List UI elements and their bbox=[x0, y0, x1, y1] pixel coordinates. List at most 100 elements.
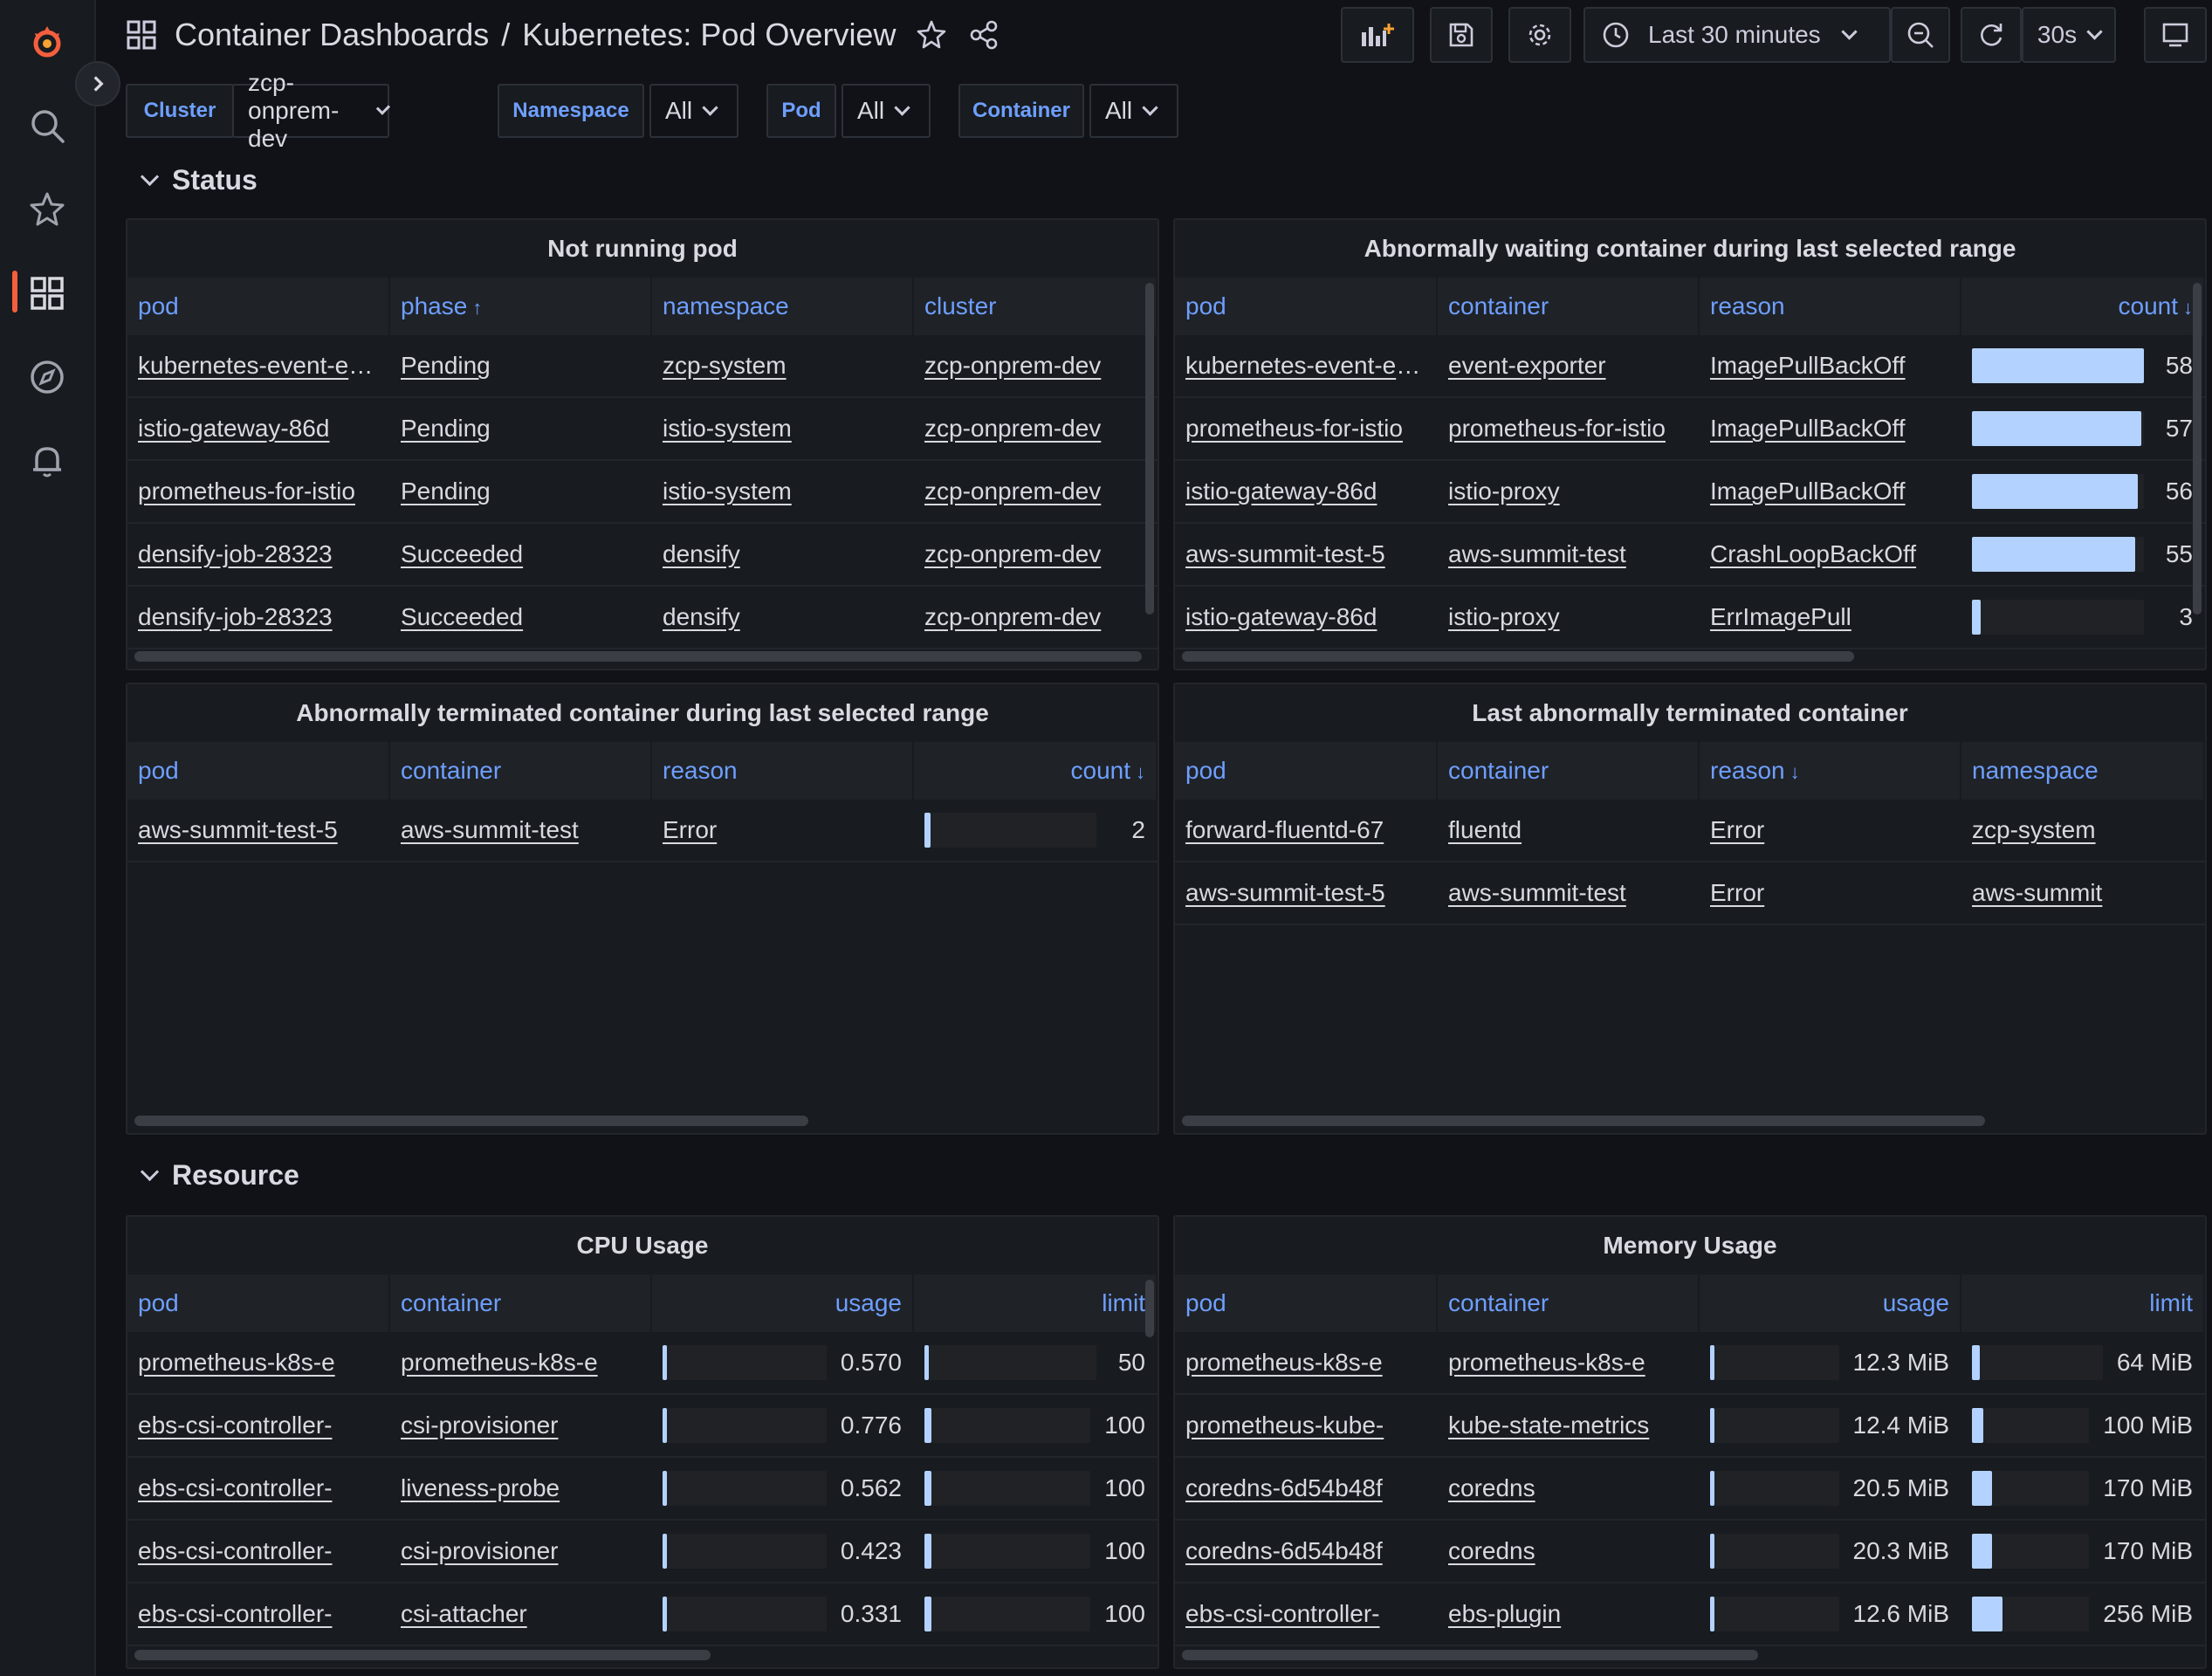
column-header-count[interactable]: count ↓ bbox=[1961, 278, 2205, 335]
column-header-container[interactable]: container bbox=[1437, 742, 1700, 800]
pod-link[interactable]: ebs-csi-controller- bbox=[1185, 1600, 1380, 1627]
container-link[interactable]: csi-provisioner bbox=[401, 1537, 559, 1564]
column-header-pod[interactable]: pod bbox=[1175, 1274, 1438, 1332]
kiosk-mode-button[interactable] bbox=[2144, 7, 2207, 63]
zoom-out-button[interactable] bbox=[1891, 7, 1950, 63]
column-header-count[interactable]: count ↓ bbox=[913, 742, 1158, 800]
reason-link[interactable]: ImagePullBackOff bbox=[1710, 415, 1906, 442]
refresh-interval-picker[interactable]: 30s bbox=[2022, 7, 2116, 63]
share-icon[interactable] bbox=[967, 18, 1000, 52]
pod-link[interactable]: densify-job-28323 bbox=[138, 540, 333, 567]
vertical-scrollbar[interactable] bbox=[2193, 283, 2202, 615]
column-header-cluster[interactable]: cluster bbox=[913, 278, 1158, 335]
phase-link[interactable]: Pending bbox=[401, 415, 491, 442]
container-link[interactable]: fluentd bbox=[1448, 816, 1522, 843]
row-toggle-resource[interactable]: Resource bbox=[140, 1154, 299, 1196]
container-link[interactable]: prometheus-k8s-e bbox=[1448, 1349, 1645, 1376]
breadcrumb-dashboard-title[interactable]: Kubernetes: Pod Overview bbox=[522, 17, 896, 53]
variable-select-cluster[interactable]: zcp-onprem-dev bbox=[232, 69, 391, 152]
pod-link[interactable]: prometheus-for-istio bbox=[1185, 415, 1403, 442]
column-header-pod[interactable]: pod bbox=[127, 278, 390, 335]
pod-link[interactable]: ebs-csi-controller- bbox=[138, 1412, 333, 1439]
phase-link[interactable]: Pending bbox=[401, 477, 491, 505]
reason-link[interactable]: CrashLoopBackOff bbox=[1710, 540, 1916, 567]
column-header-namespace[interactable]: namespace bbox=[1961, 742, 2205, 800]
container-link[interactable]: prometheus-for-istio bbox=[1448, 415, 1666, 442]
column-header-pod[interactable]: pod bbox=[127, 1274, 390, 1332]
column-header-phase[interactable]: phase ↑ bbox=[389, 278, 652, 335]
pod-link[interactable]: istio-gateway-86d bbox=[1185, 603, 1377, 630]
variable-select-container[interactable]: All bbox=[1089, 84, 1178, 138]
search-icon[interactable] bbox=[23, 101, 72, 150]
horizontal-scrollbar[interactable] bbox=[134, 1116, 808, 1126]
cluster-link[interactable]: zcp-onprem-dev bbox=[924, 477, 1101, 505]
container-link[interactable]: aws-summit-test bbox=[1448, 879, 1626, 906]
vertical-scrollbar[interactable] bbox=[1145, 283, 1154, 615]
vertical-scrollbar[interactable] bbox=[1145, 1280, 1154, 1337]
refresh-button[interactable] bbox=[1961, 7, 2022, 63]
pod-link[interactable]: ebs-csi-controller- bbox=[138, 1474, 333, 1501]
column-header-reason[interactable]: reason ↓ bbox=[1699, 742, 1961, 800]
dashboard-settings-button[interactable] bbox=[1508, 7, 1571, 63]
column-header-container[interactable]: container bbox=[389, 1274, 652, 1332]
namespace-link[interactable]: istio-system bbox=[663, 415, 792, 442]
grafana-logo-icon[interactable] bbox=[23, 17, 72, 66]
column-header-usage[interactable]: usage bbox=[651, 1274, 914, 1332]
phase-link[interactable]: Succeeded bbox=[401, 540, 523, 567]
row-toggle-status[interactable]: Status bbox=[140, 159, 258, 201]
pod-link[interactable]: kubernetes-event-exporter bbox=[138, 352, 388, 379]
reason-link[interactable]: Error bbox=[663, 816, 717, 843]
container-link[interactable]: liveness-probe bbox=[401, 1474, 560, 1501]
pod-link[interactable]: kubernetes-event-exporter bbox=[1185, 352, 1435, 379]
time-range-picker[interactable]: Last 30 minutes bbox=[1583, 7, 1891, 63]
container-link[interactable]: prometheus-k8s-e bbox=[401, 1349, 598, 1376]
column-header-usage[interactable]: usage bbox=[1699, 1274, 1961, 1332]
phase-link[interactable]: Succeeded bbox=[401, 603, 523, 630]
container-link[interactable]: coredns bbox=[1448, 1537, 1535, 1564]
column-header-container[interactable]: container bbox=[1437, 278, 1700, 335]
column-header-namespace[interactable]: namespace bbox=[651, 278, 914, 335]
namespace-link[interactable]: zcp-system bbox=[1972, 816, 2096, 843]
breadcrumb-folder[interactable]: Container Dashboards bbox=[175, 17, 489, 53]
horizontal-scrollbar[interactable] bbox=[134, 1650, 711, 1660]
column-header-limit[interactable]: limit bbox=[1961, 1274, 2205, 1332]
container-link[interactable]: csi-provisioner bbox=[401, 1412, 559, 1439]
pod-link[interactable]: prometheus-kube- bbox=[1185, 1412, 1384, 1439]
reason-link[interactable]: Error bbox=[1710, 879, 1764, 906]
expand-sidebar-button[interactable] bbox=[75, 61, 120, 106]
pod-link[interactable]: coredns-6d54b48f bbox=[1185, 1537, 1383, 1564]
namespace-link[interactable]: istio-system bbox=[663, 477, 792, 505]
namespace-link[interactable]: aws-summit bbox=[1972, 879, 2102, 906]
add-panel-button[interactable] bbox=[1341, 7, 1414, 63]
column-header-limit[interactable]: limit bbox=[913, 1274, 1158, 1332]
container-link[interactable]: aws-summit-test bbox=[1448, 540, 1626, 567]
pod-link[interactable]: coredns-6d54b48f bbox=[1185, 1474, 1383, 1501]
pod-link[interactable]: prometheus-k8s-e bbox=[1185, 1349, 1383, 1376]
horizontal-scrollbar[interactable] bbox=[134, 651, 1142, 662]
column-header-container[interactable]: container bbox=[389, 742, 652, 800]
container-link[interactable]: csi-attacher bbox=[401, 1600, 527, 1627]
cluster-link[interactable]: zcp-onprem-dev bbox=[924, 603, 1101, 630]
pod-link[interactable]: aws-summit-test-5 bbox=[1185, 879, 1385, 906]
pod-link[interactable]: ebs-csi-controller- bbox=[138, 1537, 333, 1564]
starred-icon[interactable] bbox=[23, 185, 72, 234]
namespace-link[interactable]: densify bbox=[663, 603, 740, 630]
pod-link[interactable]: istio-gateway-86d bbox=[1185, 477, 1377, 505]
horizontal-scrollbar[interactable] bbox=[1182, 651, 1854, 662]
column-header-reason[interactable]: reason bbox=[651, 742, 914, 800]
star-icon[interactable] bbox=[915, 18, 948, 52]
pod-link[interactable]: forward-fluentd-67 bbox=[1185, 816, 1384, 843]
alerting-bell-icon[interactable] bbox=[23, 436, 72, 485]
container-link[interactable]: aws-summit-test bbox=[401, 816, 579, 843]
container-link[interactable]: ebs-plugin bbox=[1448, 1600, 1561, 1627]
cluster-link[interactable]: zcp-onprem-dev bbox=[924, 540, 1101, 567]
container-link[interactable]: coredns bbox=[1448, 1474, 1535, 1501]
cluster-link[interactable]: zcp-onprem-dev bbox=[924, 415, 1101, 442]
namespace-link[interactable]: zcp-system bbox=[663, 352, 787, 379]
reason-link[interactable]: ImagePullBackOff bbox=[1710, 477, 1906, 505]
reason-link[interactable]: ErrImagePull bbox=[1710, 603, 1851, 630]
variable-select-pod[interactable]: All bbox=[842, 84, 931, 138]
container-link[interactable]: istio-proxy bbox=[1448, 477, 1560, 505]
pod-link[interactable]: prometheus-for-istio bbox=[138, 477, 355, 505]
reason-link[interactable]: Error bbox=[1710, 816, 1764, 843]
